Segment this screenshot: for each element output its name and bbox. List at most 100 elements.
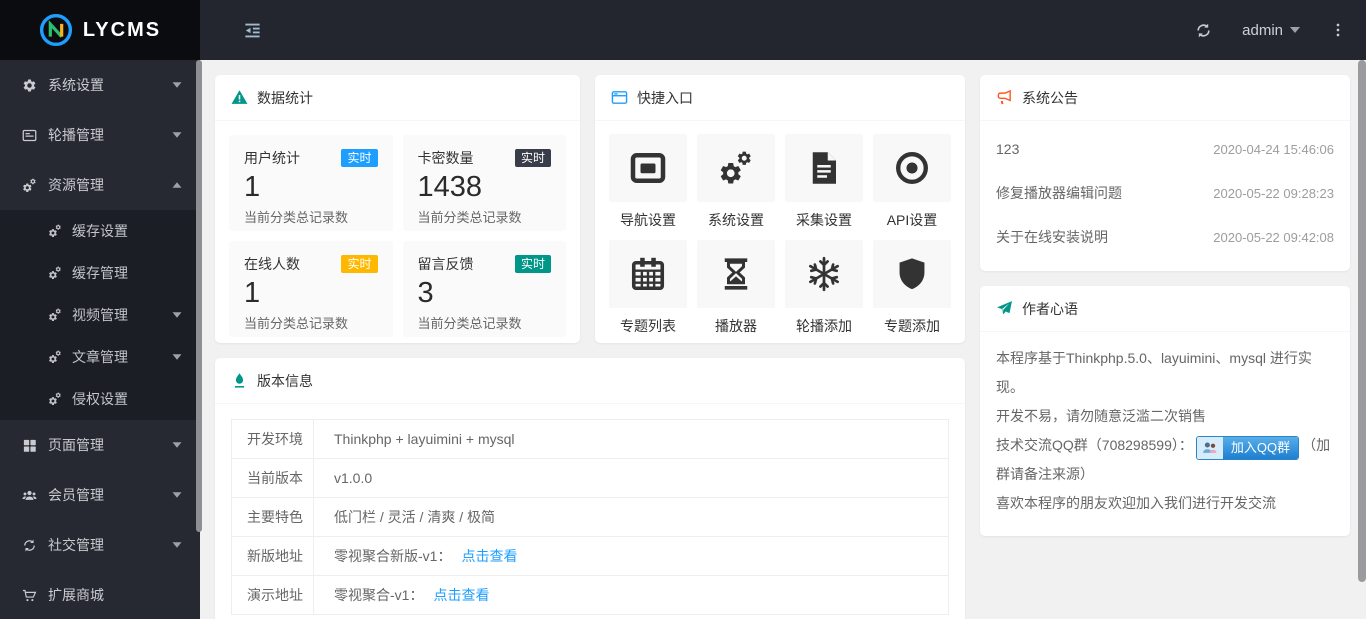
sidebar-subitem-article-management[interactable]: 文章管理 (0, 336, 200, 378)
warning-triangle-icon (231, 89, 248, 106)
stat-value: 1 (244, 171, 261, 203)
stats-panel-header: 数据统计 (215, 75, 580, 121)
stats-panel: 数据统计 用户统计 实时 1 当前分类总记录数 卡密数量 实时 1438 当前分… (215, 75, 580, 343)
quick-item-nav-settings[interactable]: 导航设置 (609, 134, 687, 230)
top-header: LYCMS admin (0, 0, 1366, 60)
stat-caption: 当前分类总记录数 (417, 210, 522, 225)
author-words-panel: 作者心语 本程序基于Thinkphp.5.0、layuimini、mysql 进… (980, 286, 1350, 536)
view-link[interactable]: 点击查看 (433, 587, 489, 603)
author-line-1: 本程序基于Thinkphp.5.0、layuimini、mysql 进行实现。 (996, 350, 1312, 395)
announcement-text: 关于在线安装说明 (996, 229, 1108, 245)
version-row-label: 新版地址 (231, 536, 314, 576)
quick-panel-header: 快捷入口 (595, 75, 965, 121)
more-vertical-icon[interactable] (1330, 21, 1346, 39)
users-icon (22, 488, 37, 503)
sidebar-item-carousel-management[interactable]: 轮播管理 (0, 110, 200, 160)
chevron-down-icon (172, 82, 182, 88)
sidebar-fold-button[interactable] (243, 21, 262, 40)
sidebar-scrollbar[interactable] (196, 60, 202, 532)
logo-area: LYCMS (0, 0, 200, 60)
app-root: LYCMS admin 系统设置 轮播管理 资源管理 缓存设置 缓存管理 视频管… (0, 0, 1366, 619)
version-row-label: 当前版本 (231, 458, 314, 498)
stat-card-card-keys: 卡密数量 实时 1438 当前分类总记录数 (402, 135, 566, 231)
paper-plane-icon (996, 300, 1013, 317)
sidebar-item-resource-management[interactable]: 资源管理 (0, 160, 200, 210)
main-scrollbar[interactable] (1358, 60, 1366, 582)
quick-item-carousel-add[interactable]: 轮播添加 (785, 240, 863, 336)
user-menu[interactable]: admin (1242, 22, 1300, 39)
window-icon (611, 89, 628, 106)
quick-item-topic-add[interactable]: 专题添加 (873, 240, 951, 336)
chevron-down-icon (172, 442, 182, 448)
sidebar-item-label: 系统设置 (48, 77, 104, 93)
megaphone-icon (996, 89, 1013, 106)
hourglass-icon (718, 256, 754, 292)
grid-icon (22, 438, 37, 453)
sidebar-subitem-label: 缓存管理 (72, 265, 128, 281)
sidebar-subitem-video-management[interactable]: 视频管理 (0, 294, 200, 336)
quick-item-api-settings[interactable]: API设置 (873, 134, 951, 230)
list-item[interactable]: 123 2020-04-24 15:46:06 (996, 127, 1334, 171)
sidebar-subitem-label: 缓存设置 (72, 223, 128, 239)
panel-title: 版本信息 (257, 372, 313, 389)
sidebar-nav: 系统设置 轮播管理 资源管理 缓存设置 缓存管理 视频管理 文章管理 侵权设置 … (0, 60, 200, 619)
cart-icon (22, 588, 37, 603)
version-row-label: 主要特色 (231, 497, 314, 537)
announcement-text: 123 (996, 141, 1020, 157)
announcement-list: 123 2020-04-24 15:46:06 修复播放器编辑问题 2020-0… (980, 121, 1350, 261)
stat-title: 在线人数 (244, 256, 300, 272)
cogs-icon (22, 178, 37, 193)
sidebar-subitem-cache-management[interactable]: 缓存管理 (0, 252, 200, 294)
quick-label: 导航设置 (620, 212, 676, 228)
quick-item-collection-settings[interactable]: 采集设置 (785, 134, 863, 230)
file-text-icon (806, 150, 842, 186)
sidebar-subitem-label: 侵权设置 (72, 391, 128, 407)
announcement-panel-header: 系统公告 (980, 75, 1350, 121)
sidebar-subitem-cache-settings[interactable]: 缓存设置 (0, 210, 200, 252)
sidebar-subitem-infringement-settings[interactable]: 侵权设置 (0, 378, 200, 420)
cogs-icon (48, 308, 62, 322)
realtime-badge: 实时 (341, 148, 378, 168)
list-item[interactable]: 修复播放器编辑问题 2020-05-22 09:28:23 (996, 171, 1334, 215)
sidebar-item-member-management[interactable]: 会员管理 (0, 470, 200, 520)
sidebar-item-page-management[interactable]: 页面管理 (0, 420, 200, 470)
quick-item-player[interactable]: 播放器 (697, 240, 775, 336)
panel-title: 作者心语 (1022, 300, 1078, 317)
quick-item-topic-list[interactable]: 专题列表 (609, 240, 687, 336)
view-link[interactable]: 点击查看 (461, 548, 517, 564)
refresh-icon[interactable] (1195, 22, 1212, 39)
stat-value: 3 (417, 277, 434, 309)
realtime-badge: 实时 (341, 254, 378, 274)
version-row-value: v1.0.0 (334, 470, 373, 486)
version-panel-header: 版本信息 (215, 358, 965, 404)
sidebar-item-label: 会员管理 (48, 487, 104, 503)
cogs-icon (48, 224, 62, 238)
list-item[interactable]: 关于在线安装说明 2020-05-22 09:42:08 (996, 215, 1334, 259)
join-qq-group-button[interactable]: 加入QQ群 (1195, 436, 1300, 460)
sidebar-item-extension-mall[interactable]: 扩展商城 (0, 570, 200, 619)
cogs-icon (48, 266, 62, 280)
table-row: 主要特色 低门栏 / 灵活 / 清爽 / 极简 (231, 497, 949, 537)
gear-icon (22, 78, 37, 93)
sidebar-item-social-management[interactable]: 社交管理 (0, 520, 200, 570)
author-line-2: 开发不易，请勿随意泛滥二次销售 (996, 408, 1206, 424)
stat-title: 卡密数量 (417, 150, 474, 166)
cogs-icon (718, 150, 754, 186)
list-panel-icon (22, 128, 37, 143)
panel-title: 系统公告 (1022, 89, 1078, 106)
sidebar-item-label: 轮播管理 (48, 127, 104, 143)
version-row-label: 演示地址 (231, 575, 314, 615)
calendar-icon (630, 256, 666, 292)
logo-text: LYCMS (82, 18, 162, 41)
stat-value: 1 (244, 277, 261, 309)
quick-item-system-settings[interactable]: 系统设置 (697, 134, 775, 230)
header-actions: admin (1195, 21, 1366, 39)
quick-entry-panel: 快捷入口 导航设置 系统设置 采集设置 API设置 专题列表 播放器 轮播添加 … (595, 75, 965, 343)
announcement-text: 修复播放器编辑问题 (996, 185, 1122, 201)
quick-label: 专题添加 (884, 318, 940, 334)
sidebar-subitem-label: 文章管理 (72, 349, 128, 365)
sidebar-item-system-settings[interactable]: 系统设置 (0, 60, 200, 110)
author-line-3-prefix: 技术交流QQ群（708298599）： (996, 437, 1193, 453)
sidebar-subitem-label: 视频管理 (72, 307, 128, 323)
realtime-badge: 实时 (514, 254, 551, 274)
